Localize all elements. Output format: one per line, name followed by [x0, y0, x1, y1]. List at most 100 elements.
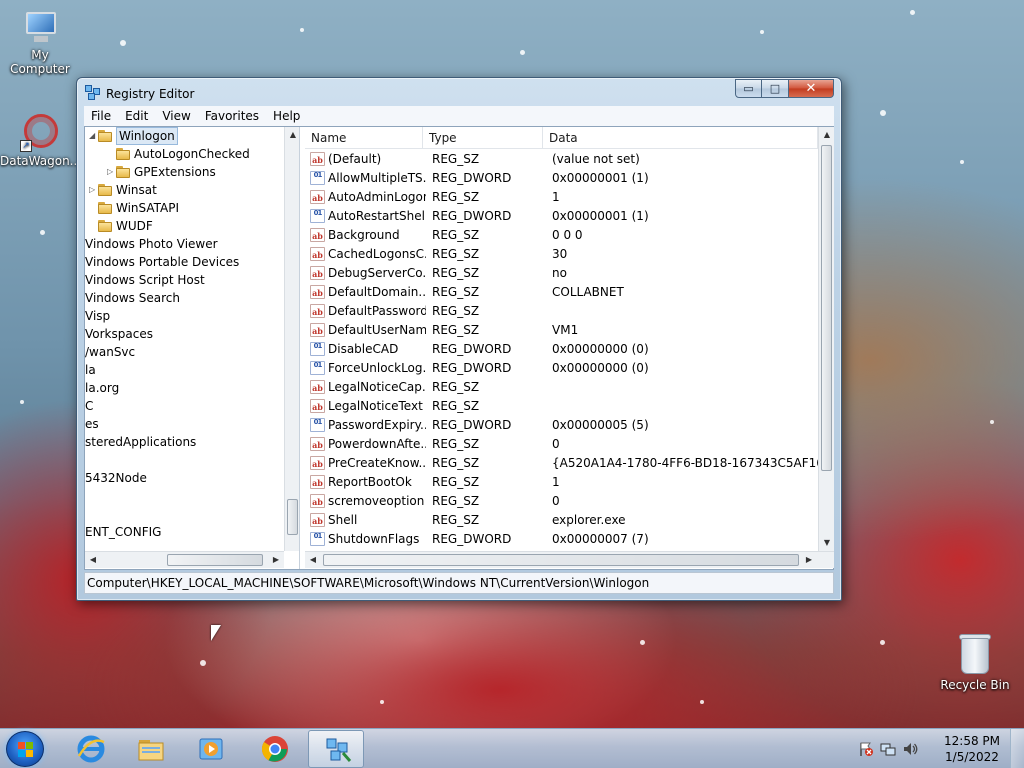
- menu-bar: File Edit View Favorites Help: [84, 106, 834, 126]
- registry-value-row[interactable]: ab CachedLogonsC... REG_SZ 30: [305, 245, 818, 264]
- menu-edit[interactable]: Edit: [118, 109, 155, 123]
- show-desktop-button[interactable]: [1010, 729, 1024, 768]
- action-center-flag-icon[interactable]: [858, 741, 874, 757]
- tree-node[interactable]: Visp: [85, 307, 284, 325]
- tree-node[interactable]: ▷ GPExtensions: [85, 163, 284, 181]
- scroll-down-icon[interactable]: ▼: [819, 535, 834, 551]
- taskbar-internet-explorer[interactable]: [62, 730, 118, 768]
- scroll-right-icon[interactable]: ▶: [801, 552, 817, 568]
- tree-node-label: steredApplications: [85, 435, 197, 449]
- registry-value-row[interactable]: 01 ForceUnlockLog... REG_DWORD 0x00000000 (…: [305, 359, 818, 378]
- tree-node[interactable]: ▷ Winsat: [85, 181, 284, 199]
- tree-node[interactable]: ◢ Winlogon: [85, 127, 284, 145]
- tree-node[interactable]: WinSATAPI: [85, 199, 284, 217]
- registry-value-row[interactable]: ab (Default) REG_SZ (value not set): [305, 150, 818, 169]
- desktop-icon-my-computer[interactable]: My Computer: [0, 10, 80, 76]
- tree-node[interactable]: Vorkspaces: [85, 325, 284, 343]
- close-button[interactable]: ✕: [789, 79, 834, 98]
- menu-favorites[interactable]: Favorites: [198, 109, 266, 123]
- tree-node[interactable]: es: [85, 415, 284, 433]
- tree-node[interactable]: [85, 451, 284, 469]
- title-bar[interactable]: Registry Editor ▭ □ ✕: [77, 78, 841, 106]
- value-data: 1: [552, 475, 560, 489]
- registry-value-row[interactable]: ab DebugServerCo... REG_SZ no: [305, 264, 818, 283]
- tree-node[interactable]: C: [85, 397, 284, 415]
- registry-value-row[interactable]: 01 DisableCAD REG_DWORD 0x00000000 (0): [305, 340, 818, 359]
- minimize-button[interactable]: ▭: [735, 79, 762, 98]
- scroll-right-icon[interactable]: ▶: [268, 552, 284, 568]
- tree-node[interactable]: AutoLogonChecked: [85, 145, 284, 163]
- tree-node[interactable]: [85, 505, 284, 523]
- scroll-up-icon[interactable]: ▲: [285, 127, 299, 143]
- tree-expander-icon[interactable]: ▷: [89, 186, 97, 194]
- value-name: ShutdownFlags: [328, 532, 420, 546]
- registry-value-row[interactable]: ab LegalNoticeCap... REG_SZ: [305, 378, 818, 397]
- taskbar-registry-editor[interactable]: [308, 730, 364, 768]
- tree-horizontal-scrollbar[interactable]: ◀ ▶: [85, 551, 284, 568]
- tree-hscroll-thumb[interactable]: [167, 554, 263, 566]
- column-header-data[interactable]: Data: [543, 127, 818, 149]
- folder-icon: [97, 183, 113, 197]
- registry-value-row[interactable]: 01 AllowMultipleTS... REG_DWORD 0x00000001 …: [305, 169, 818, 188]
- registry-value-row[interactable]: ab DefaultPassword REG_SZ: [305, 302, 818, 321]
- tree-node[interactable]: 5432Node: [85, 469, 284, 487]
- string-value-icon: ab: [310, 380, 325, 394]
- tree-node[interactable]: Vindows Script Host: [85, 271, 284, 289]
- tree-node[interactable]: la.org: [85, 379, 284, 397]
- scroll-left-icon[interactable]: ◀: [305, 552, 321, 568]
- tree-node[interactable]: Vindows Photo Viewer: [85, 235, 284, 253]
- registry-value-row[interactable]: ab ReportBootOk REG_SZ 1: [305, 473, 818, 492]
- registry-value-row[interactable]: ab LegalNoticeText REG_SZ: [305, 397, 818, 416]
- desktop-icon-datawagon[interactable]: ↗ DataWagon...: [0, 112, 81, 168]
- registry-value-row[interactable]: ab DefaultUserName REG_SZ VM1: [305, 321, 818, 340]
- taskbar-chrome[interactable]: [246, 730, 302, 768]
- registry-editor-window[interactable]: Registry Editor ▭ □ ✕ File Edit View Fav…: [76, 77, 842, 601]
- tree-node[interactable]: la: [85, 361, 284, 379]
- menu-view[interactable]: View: [155, 109, 197, 123]
- maximize-button[interactable]: □: [762, 79, 789, 98]
- volume-icon[interactable]: [902, 741, 918, 757]
- registry-values-list[interactable]: ab (Default) REG_SZ (value not set) 01 AllowM…: [305, 150, 818, 551]
- column-header-name[interactable]: Name: [305, 127, 423, 149]
- taskbar-file-explorer[interactable]: [122, 730, 178, 768]
- tree-node[interactable]: ENT_CONFIG: [85, 523, 284, 541]
- tree-node[interactable]: Vindows Portable Devices: [85, 253, 284, 271]
- taskbar-media-player[interactable]: [182, 730, 238, 768]
- registry-value-row[interactable]: ab AutoAdminLogon REG_SZ 1: [305, 188, 818, 207]
- registry-value-row[interactable]: ab Background REG_SZ 0 0 0: [305, 226, 818, 245]
- tree-node[interactable]: steredApplications: [85, 433, 284, 451]
- network-icon[interactable]: [880, 741, 896, 757]
- tree-node-label: la.org: [85, 381, 120, 395]
- menu-file[interactable]: File: [84, 109, 118, 123]
- registry-value-row[interactable]: ab PreCreateKnow... REG_SZ {A520A1A4-1780-4…: [305, 454, 818, 473]
- registry-value-row[interactable]: 01 AutoRestartShell REG_DWORD 0x00000001 (1…: [305, 207, 818, 226]
- tree-expander-icon[interactable]: ◢: [89, 132, 97, 140]
- scroll-up-icon[interactable]: ▲: [819, 127, 834, 143]
- values-vertical-scrollbar[interactable]: ▲ ▼: [818, 127, 834, 551]
- registry-value-row[interactable]: ab PowerdownAfte... REG_SZ 0: [305, 435, 818, 454]
- tree-vscroll-thumb[interactable]: [287, 499, 298, 535]
- registry-tree[interactable]: ◢ Winlogon AutoLogonChecked ▷ GPExtensions ▷ W…: [85, 127, 285, 551]
- registry-value-row[interactable]: ab scremoveoption REG_SZ 0: [305, 492, 818, 511]
- tree-node[interactable]: Vindows Search: [85, 289, 284, 307]
- menu-help[interactable]: Help: [266, 109, 307, 123]
- tree-node[interactable]: /wanSvc: [85, 343, 284, 361]
- values-horizontal-scrollbar[interactable]: ◀ ▶: [305, 551, 834, 568]
- tree-node[interactable]: WUDF: [85, 217, 284, 235]
- tree-node[interactable]: [85, 487, 284, 505]
- registry-value-row[interactable]: ab DefaultDomain... REG_SZ COLLABNET: [305, 283, 818, 302]
- tree-expander-icon[interactable]: ▷: [107, 168, 115, 176]
- scroll-left-icon[interactable]: ◀: [85, 552, 101, 568]
- registry-value-row[interactable]: ab Shell REG_SZ explorer.exe: [305, 511, 818, 530]
- tree-vertical-scrollbar[interactable]: ▲: [284, 127, 299, 551]
- values-vscroll-thumb[interactable]: [821, 145, 832, 471]
- desktop-icon-recycle-bin[interactable]: Recycle Bin: [935, 632, 1015, 692]
- column-header-type[interactable]: Type: [423, 127, 543, 149]
- system-clock[interactable]: 12:58 PM 1/5/2022: [944, 733, 1000, 765]
- values-hscroll-thumb[interactable]: [323, 554, 799, 566]
- tree-node-label: Visp: [85, 309, 111, 323]
- start-button[interactable]: [6, 731, 44, 767]
- registry-values-pane: Name Type Data ab (Default) REG_SZ (value n…: [305, 127, 834, 569]
- registry-value-row[interactable]: 01 ShutdownFlags REG_DWORD 0x00000007 (7): [305, 530, 818, 549]
- registry-value-row[interactable]: 01 PasswordExpiry... REG_DWORD 0x00000005 (…: [305, 416, 818, 435]
